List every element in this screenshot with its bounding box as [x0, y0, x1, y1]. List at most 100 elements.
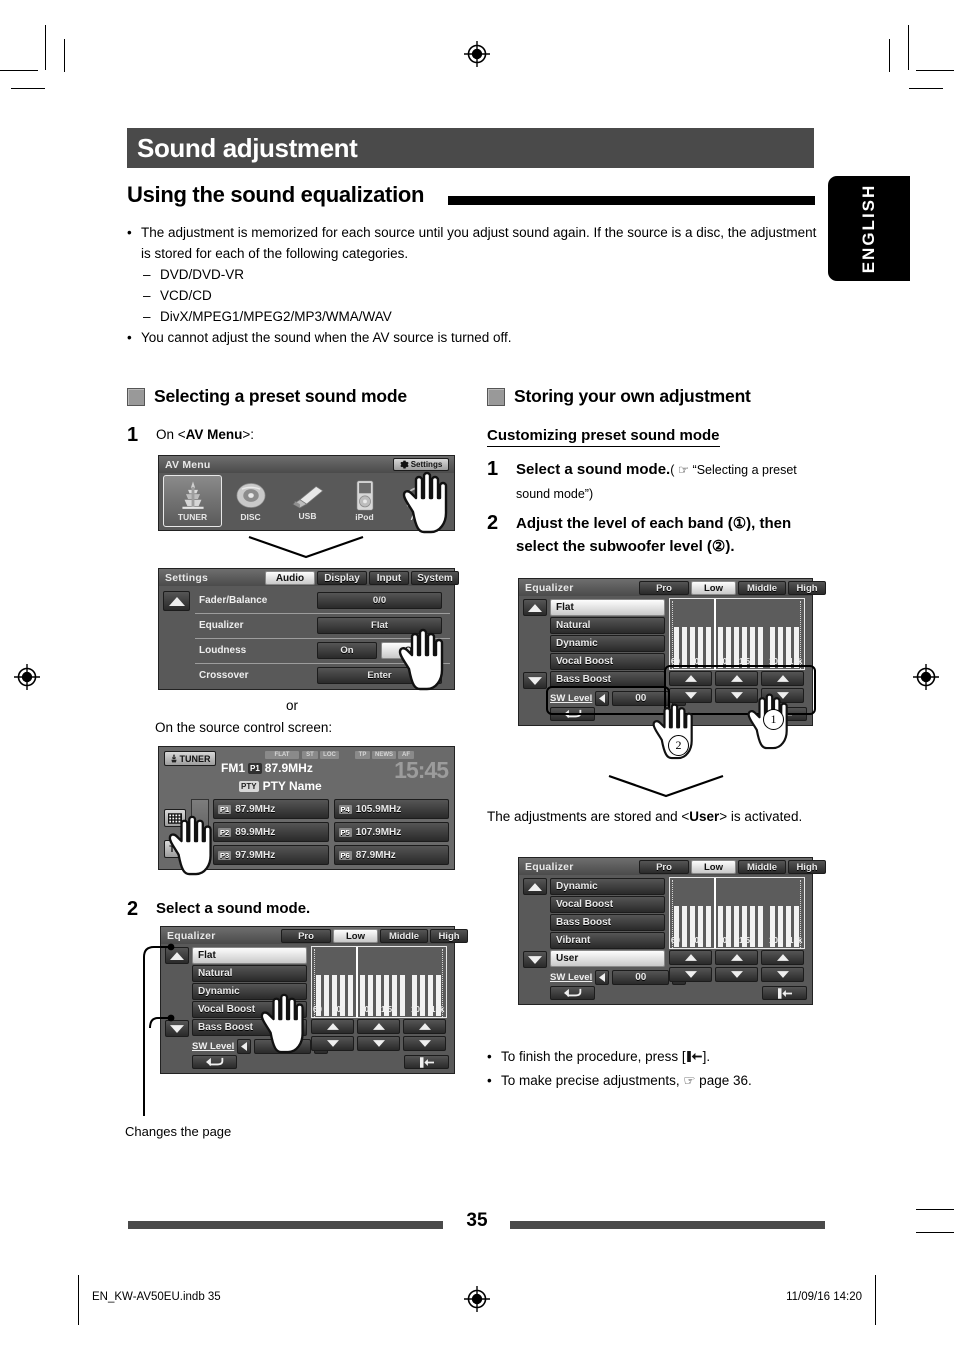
tuner-page-arrow-button[interactable] [191, 799, 209, 858]
settings-row-value-equalizer[interactable]: Flat [317, 617, 442, 634]
eq-b-tab-middle[interactable]: Middle [738, 860, 786, 874]
tuner-preset-3[interactable]: P3 97.9MHz [213, 845, 329, 865]
settings-tab-display[interactable]: Display [317, 571, 367, 585]
settings-button[interactable]: Settings [393, 458, 449, 471]
settings-tab-audio[interactable]: Audio [265, 571, 315, 585]
tuner-preset-1[interactable]: P1 87.9MHz [213, 799, 329, 819]
eq-a-mode-dynamic[interactable]: Dynamic [550, 635, 665, 652]
eq-left-freq-100: 100 [332, 1005, 345, 1014]
eq-a-mode-flat-label: Flat [556, 602, 574, 613]
eq-left-tab-high[interactable]: High [430, 929, 468, 943]
tuner-preset-6[interactable]: P6 87.9MHz [333, 845, 449, 865]
source-label-ipod: iPod [355, 512, 374, 522]
eq-b-exit-button[interactable] [762, 986, 807, 1000]
eq-left-band1-up[interactable] [311, 1019, 354, 1034]
language-tab-label: ENGLISH [859, 183, 878, 274]
eq-a-mode-flat[interactable]: Flat [550, 599, 665, 616]
eq-b-mode-user[interactable]: User [550, 950, 665, 967]
eq-b-mode-bass-boost[interactable]: Bass Boost [550, 914, 665, 931]
source-item-tuner[interactable]: TUNER [163, 475, 222, 527]
eq-left-mode-bass-boost[interactable]: Bass Boost [192, 1019, 307, 1036]
eq-a-tab-middle[interactable]: Middle [738, 581, 786, 595]
tuner-preset-4[interactable]: P4 105.9MHz [333, 799, 449, 819]
settings-loudness-off-button[interactable]: Off [381, 642, 442, 659]
eq-b-freq-15k-label: 15k [789, 936, 803, 945]
eq-left-tab-low[interactable]: Low [333, 929, 378, 943]
eq-left-mode-flat[interactable]: Flat [192, 947, 307, 964]
right-step-1: 1 Select a sound mode.( ☞ “Selecting a p… [487, 458, 822, 506]
settings-tab-system[interactable]: System [411, 571, 459, 585]
source-item-ipod[interactable]: iPod [336, 475, 393, 527]
eq-a-tab-high[interactable]: High [788, 581, 826, 595]
eq-left-band1-down[interactable] [311, 1036, 354, 1051]
eq-b-sw-level-decrease[interactable] [595, 970, 610, 985]
eq-b-tab-high-label: High [796, 861, 818, 873]
eq-a-mode-natural[interactable]: Natural [550, 617, 665, 634]
eq-left-band2-down[interactable] [357, 1036, 400, 1051]
triangle-down-icon [684, 971, 697, 978]
eq-a-mode-natural-label: Natural [556, 620, 591, 631]
eq-left-freq-10k: 10k [411, 1005, 424, 1014]
eq-b-freq-10k: 10k [769, 936, 782, 945]
settings-row-value-fader[interactable]: 0/0 [317, 592, 442, 609]
tuner-preset-5[interactable]: P5 107.9MHz [333, 822, 449, 842]
eq-left-freq-60: 60 [313, 1005, 322, 1014]
tuner-preset-5-freq: 107.9MHz [355, 826, 402, 838]
source-item-avin[interactable]: AV-IN [393, 475, 450, 527]
eq-left-sw-level-decrease[interactable] [237, 1039, 252, 1054]
settings-loudness-off-label: Off [404, 645, 419, 656]
eq-b-page-up-button[interactable] [523, 878, 547, 895]
eq-left-mode-natural[interactable]: Natural [192, 965, 307, 982]
eq-b-band2-down[interactable] [715, 967, 758, 982]
eq-left-band3-up[interactable] [403, 1019, 446, 1034]
tuner-tp-button[interactable]: TP [164, 840, 186, 858]
source-item-usb[interactable]: USB [279, 475, 336, 527]
eq-left-exit-button[interactable] [404, 1055, 449, 1069]
tuner-indicator-news-label: NEWS [375, 752, 393, 758]
ipod-icon [356, 480, 373, 511]
result-text: The adjustments are stored and <User> is… [487, 806, 822, 827]
eq-b-tab-low[interactable]: Low [691, 860, 736, 874]
eq-a-page-up-button[interactable] [523, 599, 547, 616]
tuner-source-badge[interactable]: TUNER [164, 751, 216, 766]
eq-b-tab-high[interactable]: High [788, 860, 826, 874]
eq-left-mode-dynamic[interactable]: Dynamic [192, 983, 307, 1000]
eq-b-back-button[interactable] [550, 986, 595, 1000]
eq-a-tab-pro[interactable]: Pro [639, 581, 689, 595]
eq-bar [706, 906, 711, 947]
intro-sub-item-1: – VCD/CD [143, 285, 819, 306]
settings-loudness-on-button[interactable]: On [317, 642, 377, 659]
eq-b-band3-up[interactable] [761, 950, 804, 965]
settings-row-value-crossover[interactable]: Enter [317, 667, 442, 684]
bullet-dot: • [127, 330, 132, 345]
eq-b-band2-up[interactable] [715, 950, 758, 965]
settings-scroll-up-button[interactable] [163, 591, 190, 611]
eq-left-band2-up[interactable] [357, 1019, 400, 1034]
eq-b-page-down-button[interactable] [523, 951, 547, 968]
left-step-1-pre: On < [156, 427, 186, 442]
eq-b-mode-dynamic[interactable]: Dynamic [550, 878, 665, 895]
eq-a-page-down-button[interactable] [523, 672, 547, 689]
eq-left-freq-500: 500 [360, 1005, 373, 1014]
eq-left-mode-vocal-boost[interactable]: Vocal Boost [192, 1001, 307, 1018]
eq-left-tab-pro[interactable]: Pro [281, 929, 331, 943]
source-item-disc[interactable]: DISC [222, 475, 279, 527]
eq-b-tab-pro[interactable]: Pro [639, 860, 689, 874]
settings-title: Settings [165, 571, 209, 584]
tuner-preset-2-badge: P2 [218, 827, 232, 837]
section-title: Using the sound equalization [127, 182, 425, 207]
eq-left-back-button[interactable] [192, 1055, 237, 1069]
tuner-keypad-button[interactable] [164, 809, 186, 827]
eq-left-band3-down[interactable] [403, 1036, 446, 1051]
eq-left-tab-middle[interactable]: Middle [380, 929, 428, 943]
eq-b-band3-down[interactable] [761, 967, 804, 982]
eq-b-mode-vocal-boost[interactable]: Vocal Boost [550, 896, 665, 913]
tuner-preset-2[interactable]: P2 89.9MHz [213, 822, 329, 842]
eq-b-band1-down[interactable] [669, 967, 712, 982]
eq-b-band1-up[interactable] [669, 950, 712, 965]
eq-b-mode-vibrant[interactable]: Vibrant [550, 932, 665, 949]
eq-a-tab-low[interactable]: Low [691, 581, 736, 595]
eq-a-mode-vocal-boost[interactable]: Vocal Boost [550, 653, 665, 670]
intro-sub-item-2: – DivX/MPEG1/MPEG2/MP3/WMA/WAV [143, 306, 819, 327]
settings-tab-input[interactable]: Input [369, 571, 409, 585]
